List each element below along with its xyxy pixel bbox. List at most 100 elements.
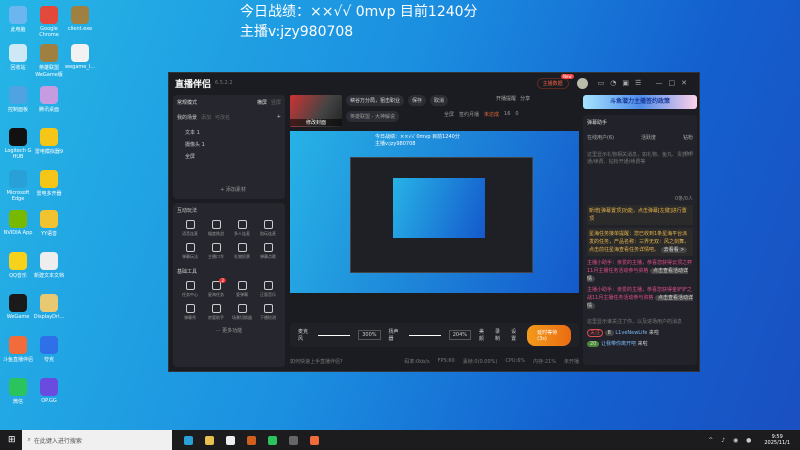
cancel-button[interactable]: 取消 [430, 95, 449, 106]
source-camera[interactable]: 摄像头 1 [185, 139, 281, 151]
lol-icon[interactable] [225, 435, 235, 445]
desktop-icon[interactable]: Google Chrome [33, 6, 65, 38]
tools-item[interactable]: 星海任务 2 [203, 278, 229, 298]
notify-button[interactable]: 开播提醒 [496, 95, 516, 106]
desktop-icon[interactable]: 控制面板 [2, 86, 34, 113]
more-functions[interactable]: ··· 更多功能 [177, 327, 281, 334]
obs-icon[interactable] [288, 435, 298, 445]
tray-icons[interactable]: ^ ♪ ◉ ● [708, 437, 754, 444]
mode-select[interactable]: 常规模式 [177, 99, 197, 106]
save-button[interactable]: 保存 [408, 95, 427, 106]
cover-thumbnail[interactable]: 修改封面 [290, 95, 342, 127]
desktop-icon[interactable]: 此电脑 [2, 6, 34, 33]
record-button[interactable]: 录制 [495, 328, 503, 342]
desktop-icon[interactable]: WeGame [2, 294, 34, 320]
wechat-icon[interactable] [267, 435, 277, 445]
start-icon[interactable]: ⊞ [8, 435, 16, 445]
tab-landscape[interactable]: 横屏 [257, 99, 267, 106]
tools-item[interactable]: 正版音乐 [255, 281, 281, 298]
desktop-icon[interactable]: QQ音乐 [2, 252, 34, 279]
source-text[interactable]: 文本 1 [185, 127, 281, 139]
edit-cover[interactable]: 修改封面 [290, 119, 342, 126]
bitrate: 码率:0kb/s [404, 359, 430, 365]
desktop-icon[interactable]: 英雄联盟WeGame版 [33, 44, 65, 78]
speaker-button[interactable]: 扬声器 [389, 328, 401, 342]
avatar[interactable] [576, 77, 588, 89]
icon-label: wegame_l... [64, 64, 95, 70]
desktop-icon[interactable]: 斗鱼直播伴侣 [2, 336, 34, 363]
desktop-icon[interactable]: 微信 [2, 378, 34, 405]
tab-portrait[interactable]: 竖屏 [271, 99, 281, 106]
beauty-button[interactable]: 美颜 [479, 328, 487, 342]
mic-slider[interactable] [318, 334, 351, 336]
interact-item[interactable]: 主播口令 [203, 243, 229, 260]
source-fullscreen[interactable]: 全屏 [185, 151, 281, 163]
category-select[interactable]: 英雄联盟 - 大神解说 [346, 111, 399, 122]
window-controls[interactable]: ▭◔▣☰ —□✕ [598, 79, 693, 87]
start-stream-button[interactable]: 延时等待(3s) [527, 324, 571, 346]
share-button[interactable]: 分享 [520, 95, 530, 106]
title-bar: 直播伴侣 6.5.2.2 主播数据 New ▭◔▣☰ —□✕ [169, 73, 699, 93]
desktop-icon[interactable]: 夸克 [33, 336, 65, 363]
desktop-icon[interactable]: DisplayDri... [33, 294, 65, 320]
add-source-button[interactable]: + 添加素材 [177, 186, 289, 193]
desktop-icon[interactable]: OP.GG [33, 378, 65, 404]
go-see-link[interactable]: 去看看 > [660, 247, 688, 253]
user-name[interactable]: 让我带你离开吧 [601, 341, 636, 347]
streamer-data-button[interactable]: 主播数据 New [536, 73, 574, 89]
mic-volume[interactable]: 300% [358, 330, 381, 340]
tools-item[interactable]: 任务中心 [177, 281, 203, 298]
taskbar-search[interactable]: ⌕ 在此键入进行搜索 [21, 430, 172, 450]
tools-item[interactable]: 弹幕秀 [177, 304, 203, 321]
stream-preview[interactable]: 今日战绩：××√√ 0mvp 目前1240分 主播v:jzy980708 [290, 131, 579, 299]
desktop-icon[interactable]: YY语音 [33, 210, 65, 237]
rename-scene[interactable]: 可改名 [215, 114, 230, 121]
edge-icon[interactable] [183, 435, 193, 445]
desktop-icon[interactable]: Microsoft Edge [2, 170, 34, 202]
desktop-icon[interactable]: Logitech G HUB [2, 128, 34, 160]
tools-item[interactable]: 场景切换器 [229, 304, 255, 321]
explorer-icon[interactable] [204, 435, 214, 445]
tools-item[interactable]: 房管助手 [203, 304, 229, 321]
help-link[interactable]: 如何快速上手直播伴侣? [290, 358, 343, 365]
interact-item[interactable]: 多人连麦 [229, 220, 255, 237]
stream-title-input[interactable]: 峡谷万分局，狙击职业 [346, 95, 405, 106]
tab-diamond-fans[interactable]: 钻粉 [683, 134, 693, 141]
mic-button[interactable]: 麦克风 [298, 328, 310, 342]
desktop-icon[interactable]: 新建文本文档 [33, 252, 65, 279]
fullscreen-button[interactable]: 全屏 [444, 111, 454, 122]
promo-banner[interactable]: 斗鱼潜力主播签约政策 [583, 95, 697, 109]
clock[interactable]: 9:59 2025/11/1 [764, 434, 790, 446]
desktop-icon[interactable]: 雷电模拟器9 [33, 128, 65, 155]
user-name[interactable]: L1veNewLife [615, 330, 647, 336]
hot-count: 16 [504, 111, 511, 117]
desktop-icon[interactable]: 腾讯桌面 [33, 86, 65, 113]
wegame-icon[interactable] [246, 435, 256, 445]
tab-online-users[interactable]: 在线用户(6) [587, 134, 614, 141]
tools-item[interactable]: 下播检测 [255, 304, 281, 321]
tab-activity[interactable]: 活跃度 [641, 134, 656, 141]
interact-item[interactable]: 礼物投票 [229, 243, 255, 260]
interact-item[interactable]: 陪玩连麦 [255, 220, 281, 237]
desktop-icon[interactable]: 雷电多开器 [33, 170, 65, 197]
desktop-icon[interactable]: client.exe [64, 6, 96, 32]
add-scene[interactable]: 添加 [201, 114, 211, 121]
speaker-slider[interactable] [408, 334, 441, 336]
interact-item[interactable]: 弹幕玩法 [177, 243, 203, 260]
stream-overlay-text: 今日战绩：××√√ 0mvp 目前1240分 主播v:jzy980708 [240, 2, 478, 42]
desktop-icon[interactable]: NVIDIA App [2, 210, 34, 236]
assistant-message: 主播小助手：亲爱的主播，恭喜您获得云顶之弈11月主播任务活动参与资格 点击查看活… [587, 259, 693, 283]
tool-icon [237, 243, 247, 252]
settings-button[interactable]: 设置 [511, 328, 519, 342]
icon-label: DisplayDri... [33, 314, 65, 320]
interact-item[interactable]: 幅度挑战 [203, 220, 229, 237]
desktop-icon[interactable]: 回收站 [2, 44, 34, 71]
interact-item[interactable]: 语音连麦 [177, 220, 203, 237]
app-icon [71, 44, 89, 62]
tools-item[interactable]: 瓷弹幕 [229, 281, 255, 298]
plus-icon[interactable]: + [277, 114, 281, 121]
desktop-icon[interactable]: wegame_l... [64, 44, 96, 70]
interact-item[interactable]: 弹幕点歌 [255, 243, 281, 260]
speaker-volume[interactable]: 204% [448, 330, 471, 340]
douyu-companion-icon[interactable] [309, 435, 319, 445]
